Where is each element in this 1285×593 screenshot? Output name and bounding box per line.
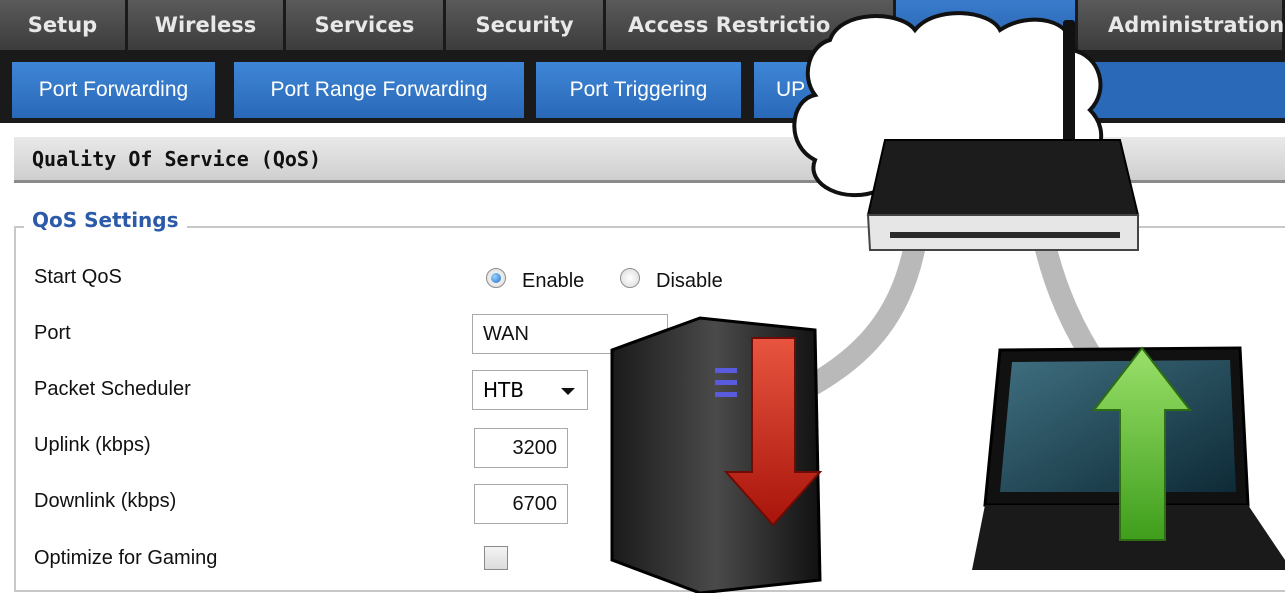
qos-illustration	[610, 11, 1285, 593]
router-icon	[866, 139, 1140, 216]
router-antenna	[1063, 20, 1075, 150]
